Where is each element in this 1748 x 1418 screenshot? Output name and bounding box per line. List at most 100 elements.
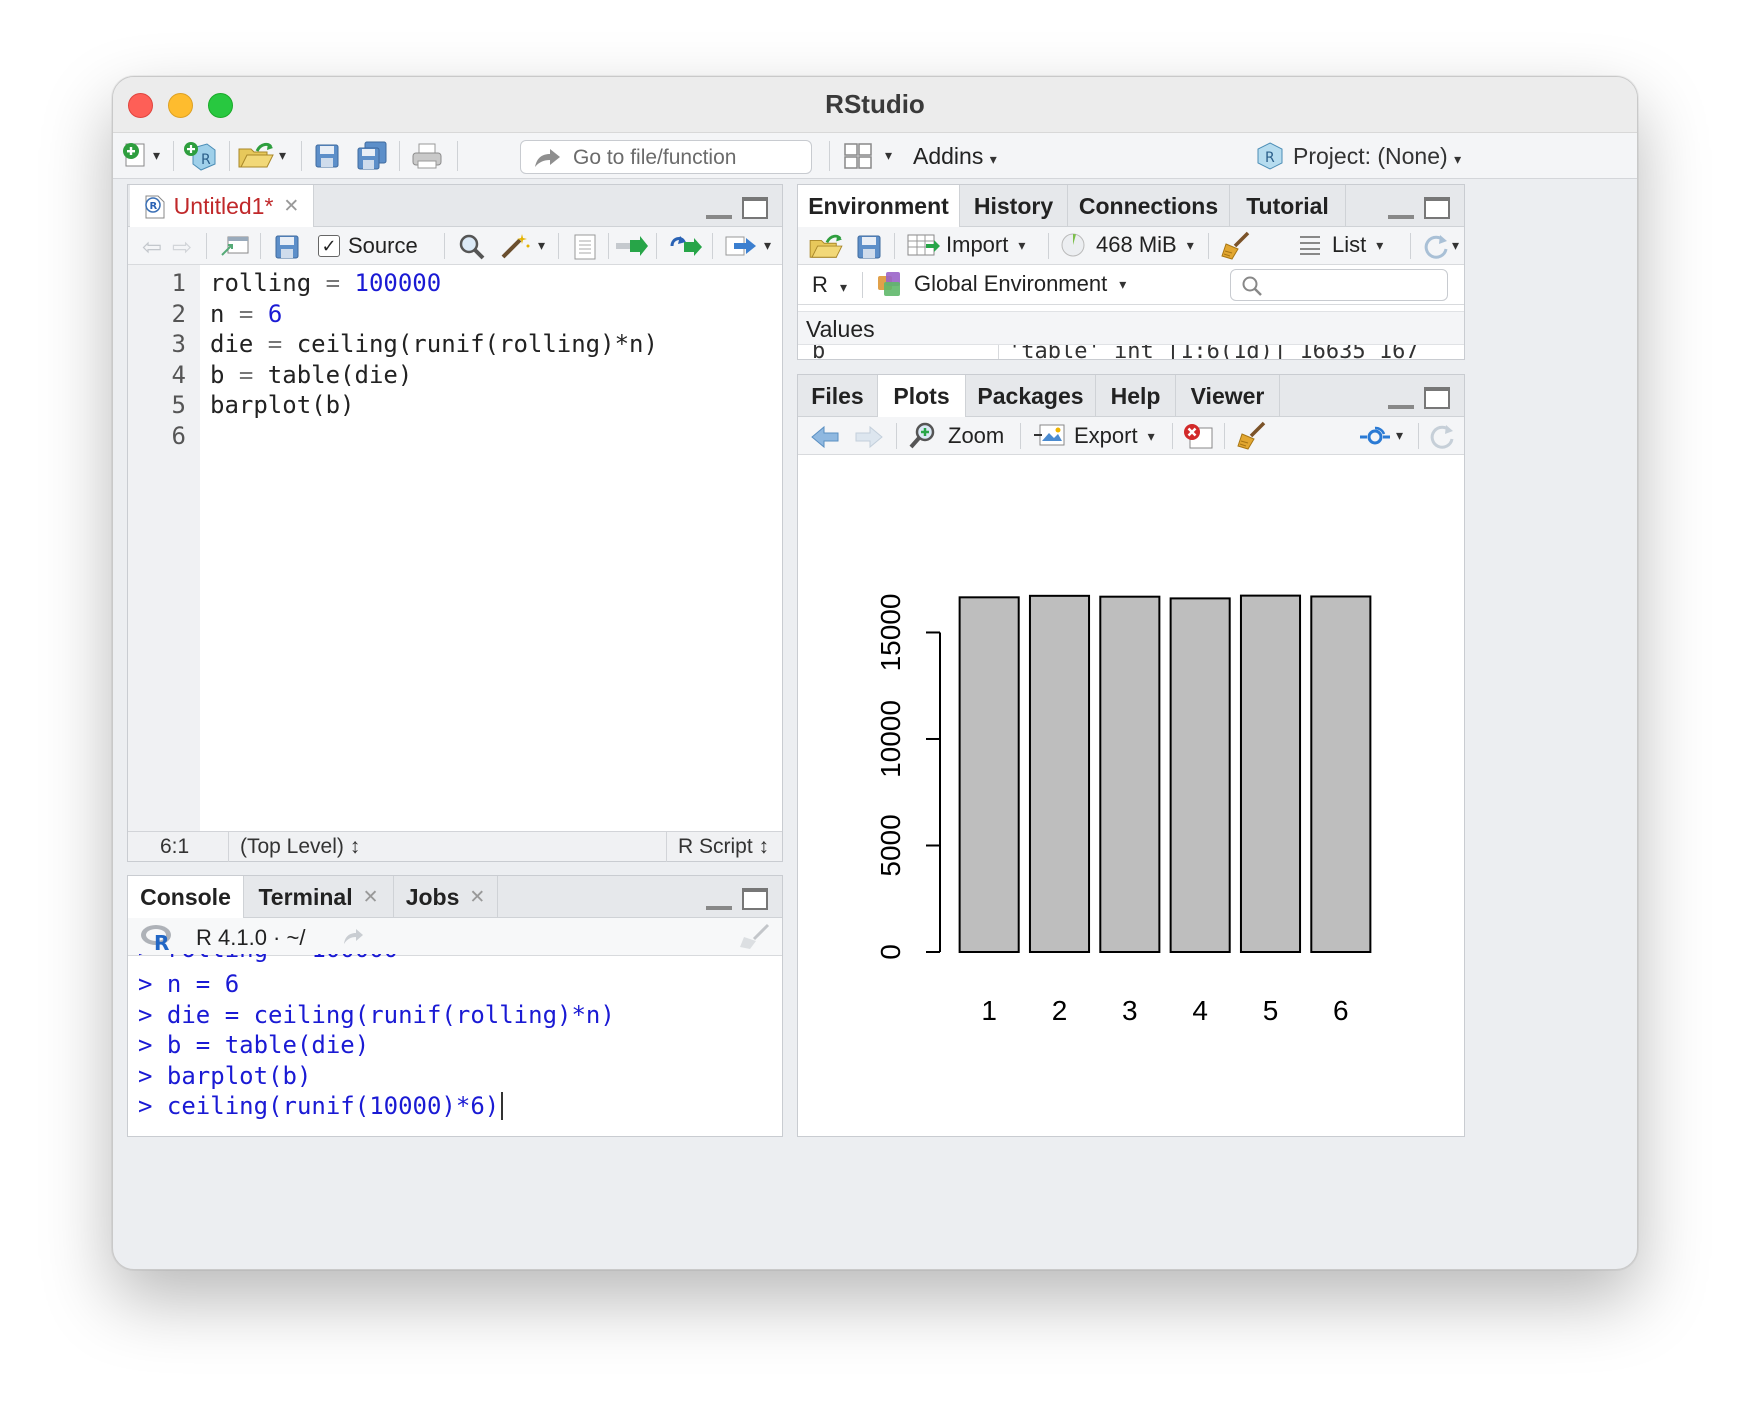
- x-tick-label: 4: [1192, 995, 1208, 1026]
- main-toolbar: ▾ R ▾ Go to file/function ▾ Addins ▾ R P…: [113, 133, 1637, 179]
- refresh-environment-icon[interactable]: [1422, 233, 1450, 261]
- maximize-pane-icon[interactable]: [742, 197, 768, 219]
- values-row[interactable]: b 'table' int [1:6(1d)] 16635 167: [798, 345, 1464, 359]
- tab-jobs[interactable]: Jobs ✕: [394, 876, 498, 918]
- goto-file-function-input[interactable]: Go to file/function: [520, 140, 812, 174]
- new-project-icon[interactable]: R: [183, 140, 217, 172]
- source-dropdown-icon[interactable]: ▾: [764, 237, 771, 254]
- load-workspace-icon[interactable]: [808, 233, 844, 261]
- tab-untitled1[interactable]: R Untitled1* ✕: [130, 185, 314, 228]
- console-line: > barplot(b): [138, 1061, 312, 1090]
- remove-plot-icon[interactable]: [1182, 422, 1214, 452]
- memory-usage-button[interactable]: 468 MiB ▾: [1060, 232, 1194, 258]
- clear-workspace-broom-icon[interactable]: [1220, 231, 1252, 261]
- tab-history-label: History: [973, 192, 1054, 219]
- x-tick-labels: 1 2 3 4 5 6: [981, 995, 1348, 1026]
- compile-report-icon[interactable]: [572, 233, 598, 261]
- minimize-plots-icon[interactable]: [1388, 387, 1414, 409]
- project-menu[interactable]: Project: (None) ▾: [1293, 143, 1461, 170]
- save-all-icon[interactable]: [355, 140, 389, 172]
- refresh-dropdown-icon[interactable]: ▾: [1452, 237, 1459, 254]
- list-dropdown-icon: ▾: [1376, 236, 1384, 253]
- save-icon[interactable]: [313, 142, 341, 170]
- tab-connections[interactable]: Connections: [1068, 185, 1230, 227]
- line-number: 3: [171, 330, 186, 358]
- minimize-env-icon[interactable]: [1388, 197, 1414, 219]
- tab-tutorial[interactable]: Tutorial: [1230, 185, 1346, 227]
- scope-selector[interactable]: (Top Level) ↕: [240, 835, 360, 859]
- workspace-panes-icon[interactable]: [843, 142, 873, 170]
- code-tools-wand-icon[interactable]: [500, 232, 532, 260]
- search-icon[interactable]: [458, 233, 486, 261]
- tab-history[interactable]: History: [960, 185, 1068, 227]
- tab-help-label: Help: [1110, 382, 1161, 409]
- back-arrow-icon[interactable]: ⇦: [142, 233, 162, 262]
- view-mode-selector[interactable]: List ▾: [1298, 232, 1383, 258]
- x-tick-label: 3: [1122, 995, 1138, 1026]
- close-jobs-icon[interactable]: ✕: [469, 886, 485, 909]
- close-terminal-icon[interactable]: ✕: [363, 886, 379, 909]
- export-label: Export: [1074, 423, 1138, 448]
- tab-plots[interactable]: Plots: [878, 375, 966, 418]
- new-file-dropdown-icon[interactable]: ▾: [153, 147, 160, 164]
- r-logo-icon: R: [141, 925, 171, 952]
- console-line: > ceiling(runif(10000)*6): [138, 1092, 518, 1120]
- open-file-dropdown-icon[interactable]: ▾: [279, 147, 286, 164]
- environment-search-input[interactable]: [1230, 269, 1448, 301]
- clear-plots-broom-icon[interactable]: [1236, 421, 1268, 451]
- save-file-icon[interactable]: [274, 234, 300, 260]
- goto-directory-icon[interactable]: [342, 928, 364, 946]
- tab-jobs-label: Jobs: [405, 883, 460, 910]
- run-line-icon[interactable]: [614, 234, 650, 258]
- code-line[interactable]: rolling = 100000: [210, 269, 441, 297]
- previous-plot-icon[interactable]: [810, 425, 840, 449]
- minimize-pane-icon[interactable]: [706, 197, 732, 219]
- tab-environment-label: Environment: [808, 193, 949, 219]
- open-file-icon[interactable]: [237, 141, 275, 171]
- file-type-selector[interactable]: R Script ↕: [678, 835, 769, 859]
- show-in-window-icon[interactable]: [220, 235, 250, 257]
- code-line[interactable]: die = ceiling(runif(rolling)*n): [210, 330, 658, 358]
- code-line[interactable]: barplot(b): [210, 391, 355, 419]
- code-line[interactable]: n = 6: [210, 300, 282, 328]
- save-workspace-icon[interactable]: [856, 234, 882, 260]
- tab-packages[interactable]: Packages: [966, 375, 1096, 417]
- tab-files[interactable]: Files: [798, 375, 878, 417]
- maximize-plots-icon[interactable]: [1424, 387, 1450, 409]
- close-tab-icon[interactable]: ✕: [283, 195, 299, 218]
- source-script-icon[interactable]: [724, 234, 758, 258]
- source-on-save-checkbox[interactable]: ✓: [318, 235, 340, 257]
- zoom-label: Zoom: [948, 423, 1005, 448]
- minimize-console-icon[interactable]: [706, 888, 732, 910]
- scope-selector-button[interactable]: Global Environment ▾: [876, 270, 1126, 298]
- code-tools-dropdown-icon[interactable]: ▾: [538, 237, 545, 254]
- publish-dropdown-icon[interactable]: ▾: [1396, 427, 1403, 444]
- maximize-env-icon[interactable]: [1424, 197, 1450, 219]
- import-dataset-button[interactable]: Import ▾: [906, 232, 1025, 258]
- export-button[interactable]: Export ▾: [1032, 421, 1155, 451]
- tab-console[interactable]: Console: [128, 876, 244, 919]
- source-on-save-toggle[interactable]: ✓ Source: [318, 233, 418, 259]
- title-bar: RStudio: [113, 77, 1637, 133]
- print-icon[interactable]: [411, 142, 443, 170]
- project-cube-icon: R: [1255, 140, 1285, 172]
- workspace-panes-dropdown-icon[interactable]: ▾: [885, 147, 892, 164]
- environment-cubes-icon: [878, 272, 900, 296]
- tab-help[interactable]: Help: [1096, 375, 1176, 417]
- forward-arrow-icon[interactable]: ⇨: [172, 233, 192, 262]
- code-line[interactable]: b = table(die): [210, 361, 412, 389]
- maximize-console-icon[interactable]: [742, 888, 768, 910]
- addins-menu[interactable]: Addins ▾: [913, 143, 997, 170]
- zoom-button[interactable]: Zoom: [908, 421, 1004, 451]
- tab-environment[interactable]: Environment: [798, 185, 960, 228]
- new-file-icon[interactable]: [121, 141, 149, 169]
- language-selector[interactable]: R ▾: [812, 272, 847, 298]
- refresh-plot-icon[interactable]: [1428, 423, 1456, 451]
- y-tick-label: 15000: [875, 594, 906, 672]
- rerun-icon[interactable]: [668, 234, 704, 258]
- publish-icon[interactable]: [1358, 425, 1392, 449]
- next-plot-icon[interactable]: [854, 425, 884, 449]
- clear-console-broom-icon[interactable]: [738, 923, 772, 951]
- tab-viewer[interactable]: Viewer: [1176, 375, 1280, 417]
- tab-terminal[interactable]: Terminal ✕: [244, 876, 394, 918]
